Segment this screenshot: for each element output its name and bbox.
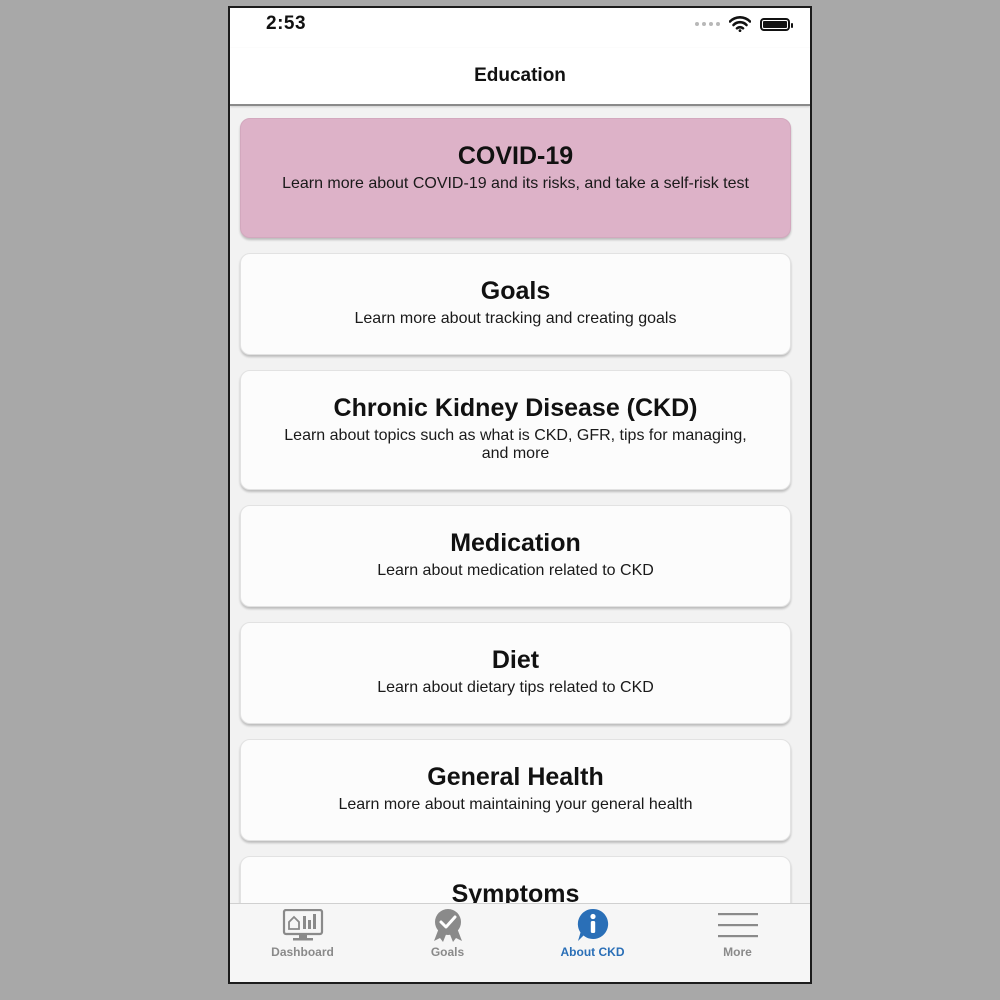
card-description: Learn more about maintaining your genera… xyxy=(338,796,693,813)
card-title: Goals xyxy=(480,277,551,305)
card-title: General Health xyxy=(427,763,604,791)
card-title: Chronic Kidney Disease (CKD) xyxy=(333,394,698,422)
status-time: 2:53 xyxy=(266,13,307,34)
page-title: Education xyxy=(474,65,566,86)
status-icons xyxy=(695,16,793,32)
battery-icon xyxy=(760,17,793,31)
card-medication[interactable]: Medication Learn about medication relate… xyxy=(240,505,791,607)
nav-header: Education xyxy=(230,48,810,106)
card-ckd[interactable]: Chronic Kidney Disease (CKD) Learn about… xyxy=(240,370,791,490)
education-list[interactable]: COVID-19 Learn more about COVID-19 and i… xyxy=(230,106,810,904)
tab-label: More xyxy=(723,945,752,959)
status-bar: 2:53 xyxy=(230,8,810,48)
card-title: Symptoms xyxy=(451,880,580,904)
tab-label: Dashboard xyxy=(271,945,334,959)
dashboard-icon xyxy=(281,908,325,942)
tab-goals[interactable]: Goals xyxy=(375,904,520,982)
card-description: Learn about dietary tips related to CKD xyxy=(377,679,654,696)
card-diet[interactable]: Diet Learn about dietary tips related to… xyxy=(240,622,791,724)
wifi-icon xyxy=(729,16,751,32)
tab-bar: Dashboard Goals About CKD More xyxy=(230,903,810,982)
card-description: Learn about medication related to CKD xyxy=(377,562,654,579)
card-description: Learn more about tracking and creating g… xyxy=(354,310,677,327)
phone-screen: 2:53 Education COVID-19 Learn more about… xyxy=(228,6,812,984)
card-title: COVID-19 xyxy=(457,142,574,170)
menu-icon xyxy=(716,908,760,942)
card-description: Learn about topics such as what is CKD, … xyxy=(284,427,747,462)
card-description: Learn more about COVID-19 and its risks,… xyxy=(282,175,749,192)
card-symptoms[interactable]: Symptoms xyxy=(240,856,791,904)
tab-dashboard[interactable]: Dashboard xyxy=(230,904,375,982)
tab-about-ckd[interactable]: About CKD xyxy=(520,904,665,982)
card-general-health[interactable]: General Health Learn more about maintain… xyxy=(240,739,791,841)
card-goals[interactable]: Goals Learn more about tracking and crea… xyxy=(240,253,791,355)
tab-label: About CKD xyxy=(560,945,625,959)
tab-more[interactable]: More xyxy=(665,904,810,982)
tab-label: Goals xyxy=(430,945,465,959)
card-covid-19[interactable]: COVID-19 Learn more about COVID-19 and i… xyxy=(240,118,791,238)
info-icon xyxy=(571,908,615,942)
cellular-signal-icon xyxy=(695,22,720,26)
card-title: Medication xyxy=(450,529,581,557)
goals-badge-icon xyxy=(426,908,470,942)
card-title: Diet xyxy=(491,646,540,674)
